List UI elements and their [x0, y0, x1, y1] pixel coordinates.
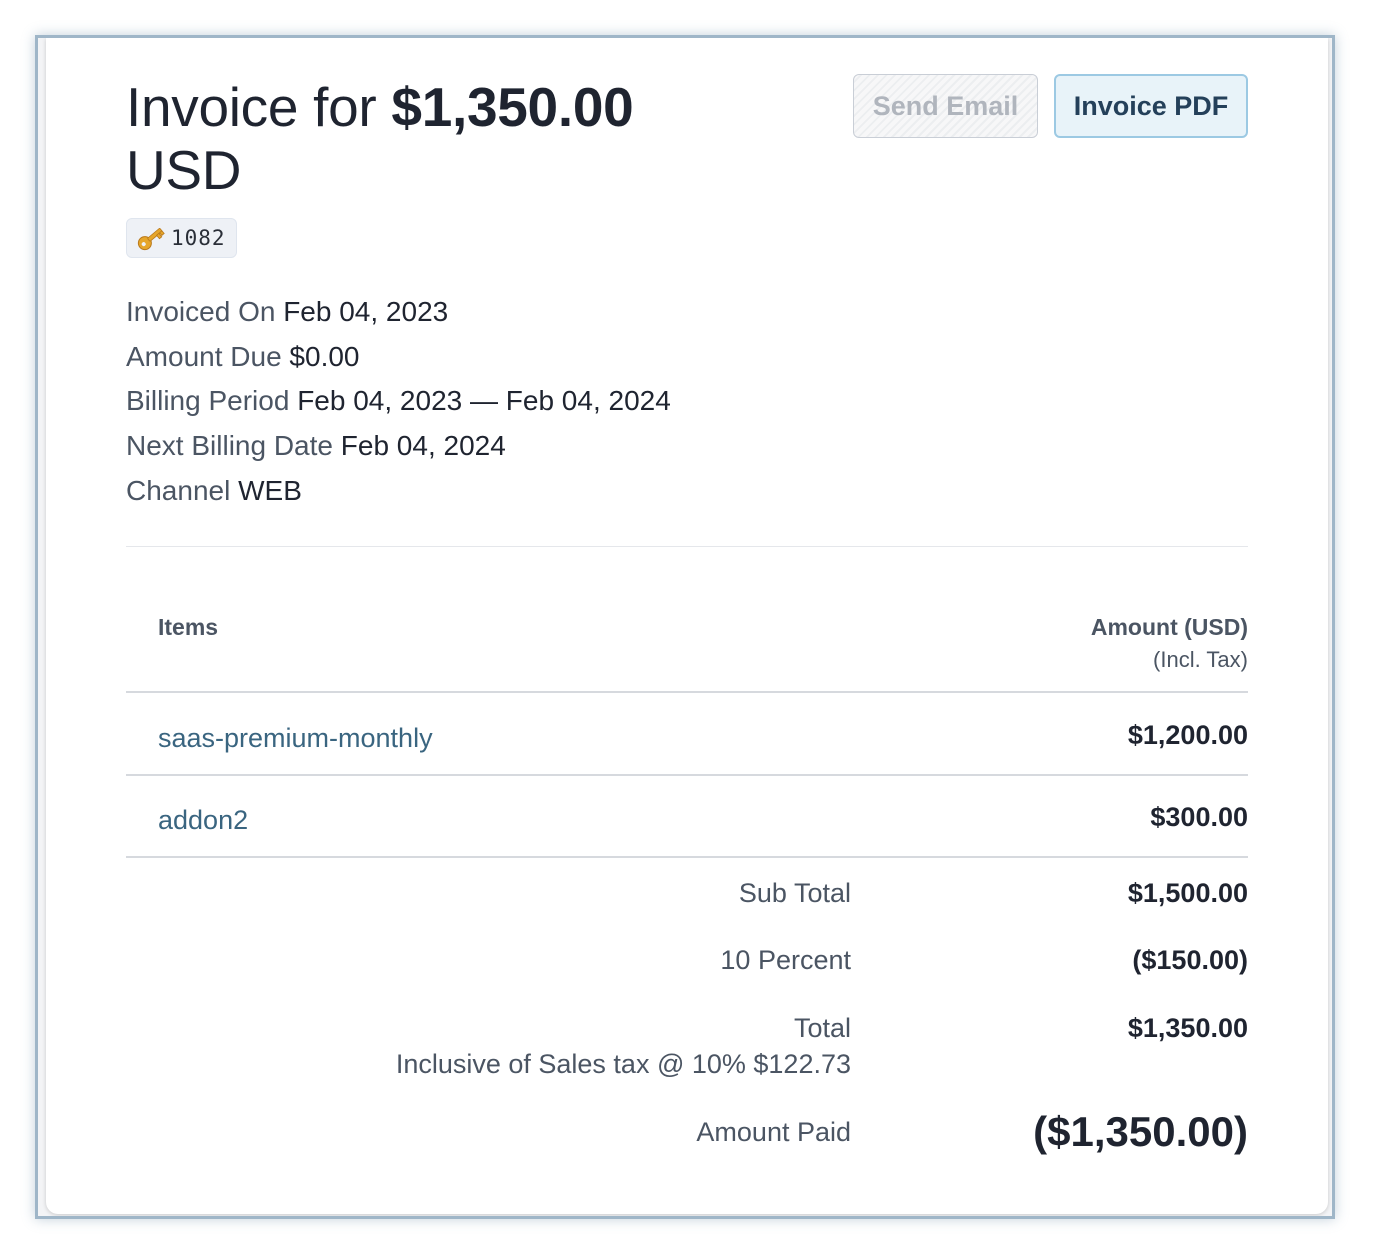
detail-label: Amount Due — [126, 340, 282, 372]
detail-invoiced-on: Invoiced On Feb 04, 2023 — [126, 290, 671, 335]
detail-label: Channel — [126, 474, 231, 506]
title-amount: $1,350.00 — [391, 76, 634, 138]
detail-label: Next Billing Date — [126, 430, 333, 462]
window-frame: Invoice for $1,350.00 USD Send Email Inv… — [35, 35, 1335, 1219]
amount-paid-label: Amount Paid — [696, 1117, 851, 1147]
total-value: $1,350.00 — [1127, 1013, 1248, 1043]
detail-label: Billing Period — [126, 385, 290, 417]
subtotal-label: Sub Total — [738, 878, 851, 908]
line-item-amount: $300.00 — [1150, 802, 1248, 832]
line-item-name[interactable]: saas-premium-monthly — [158, 723, 433, 754]
key-icon — [135, 224, 167, 252]
total-label: Total — [793, 1013, 851, 1043]
detail-next-billing-date: Next Billing Date Feb 04, 2024 — [126, 424, 671, 469]
detail-channel: Channel WEB — [126, 469, 671, 514]
amount-paid-value: ($1,350.00) — [1033, 1108, 1248, 1155]
detail-value: Feb 04, 2024 — [340, 430, 506, 462]
detail-amount-due: Amount Due $0.00 — [126, 335, 671, 380]
invoice-id-badge: 1082 — [126, 218, 237, 258]
header-divider — [126, 691, 1248, 693]
total-tax-note: Inclusive of Sales tax @ 10% $122.73 — [395, 1049, 851, 1079]
title-prefix: Invoice for — [126, 76, 377, 138]
subtotal-value: $1,500.00 — [1127, 878, 1248, 908]
invoice-details: Invoiced On Feb 04, 2023 Amount Due $0.0… — [126, 290, 671, 514]
amount-column-note: (Incl. Tax) — [1153, 647, 1248, 672]
detail-value: Feb 04, 2023 — Feb 04, 2024 — [297, 385, 671, 417]
line-item-name[interactable]: addon2 — [158, 805, 248, 836]
detail-label: Invoiced On — [126, 296, 276, 327]
section-divider — [126, 546, 1248, 547]
amount-column-header: Amount (USD) — [1090, 614, 1248, 640]
discount-value: ($150.00) — [1132, 945, 1248, 975]
page-title: Invoice for $1,350.00 USD — [126, 76, 746, 202]
detail-value: WEB — [238, 474, 302, 506]
invoice-card: Invoice for $1,350.00 USD Send Email Inv… — [46, 38, 1328, 1214]
detail-value: $0.00 — [289, 340, 360, 372]
items-column-header: Items — [158, 614, 219, 640]
row-divider — [126, 856, 1248, 858]
invoice-id: 1082 — [171, 226, 226, 250]
detail-billing-period: Billing Period Feb 04, 2023 — Feb 04, 20… — [126, 379, 671, 424]
invoice-pdf-button[interactable]: Invoice PDF — [1054, 74, 1248, 138]
line-item-amount: $1,200.00 — [1127, 720, 1248, 750]
row-divider — [126, 774, 1248, 776]
title-currency: USD — [126, 139, 242, 201]
discount-label: 10 Percent — [720, 945, 851, 975]
send-email-button[interactable]: Send Email — [853, 74, 1038, 138]
detail-value: Feb 04, 2023 — [283, 296, 449, 327]
